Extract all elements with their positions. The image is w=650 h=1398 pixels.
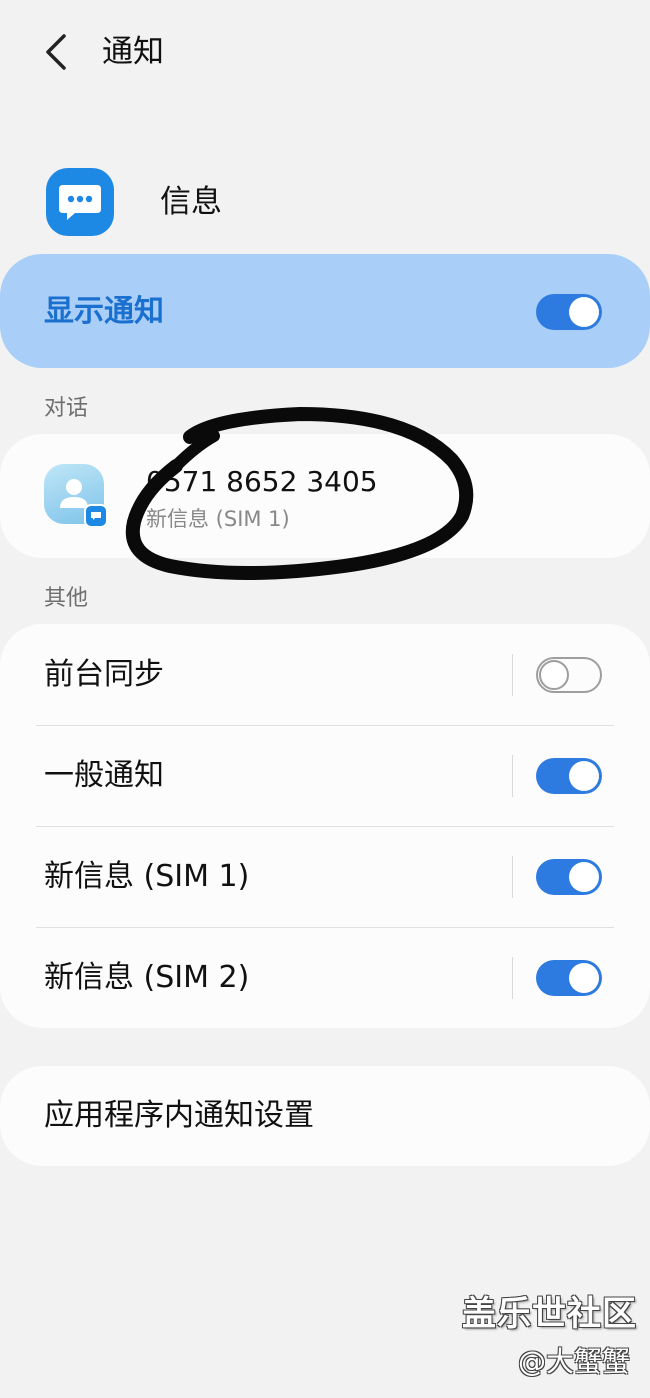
toggle-knob (569, 761, 599, 791)
toggle-knob (569, 862, 599, 892)
toggle-knob (569, 297, 599, 327)
show-notifications-toggle[interactable] (536, 294, 602, 330)
show-notifications-label: 显示通知 (44, 294, 164, 329)
contact-channel: 新信息 (SIM 1) (146, 507, 290, 531)
setting-label: 新信息 (SIM 1) (44, 859, 250, 894)
watermark-handle: @大蟹蟹 (518, 1345, 631, 1378)
watermark-title: 盖乐世社区 (462, 1294, 637, 1334)
chevron-left-icon (46, 34, 66, 70)
setting-row-new-message-sim2[interactable]: 新信息 (SIM 2) (0, 927, 650, 1028)
page-title: 通知 (102, 34, 164, 70)
message-bubble-icon (46, 168, 114, 236)
back-button[interactable] (30, 26, 82, 78)
setting-label: 一般通知 (44, 758, 164, 793)
setting-row-general-notifications[interactable]: 一般通知 (0, 725, 650, 826)
setting-label: 前台同步 (44, 657, 164, 692)
in-app-notification-settings-label: 应用程序内通知设置 (44, 1098, 314, 1133)
general-notifications-toggle[interactable] (536, 758, 602, 794)
toggle-knob (539, 660, 569, 690)
setting-row-new-message-sim1[interactable]: 新信息 (SIM 1) (0, 826, 650, 927)
toggle-knob (569, 963, 599, 993)
app-name: 信息 (160, 184, 222, 220)
section-label-other: 其他 (44, 586, 89, 611)
contact-number: 0571 8652 3405 (146, 465, 378, 498)
divider (512, 654, 513, 696)
divider (512, 755, 513, 797)
section-label-conversations: 对话 (44, 396, 89, 421)
message-badge-icon (84, 504, 108, 528)
foreground-sync-toggle[interactable] (536, 657, 602, 693)
new-message-sim1-toggle[interactable] (536, 859, 602, 895)
divider (512, 957, 513, 999)
new-message-sim2-toggle[interactable] (536, 960, 602, 996)
setting-row-foreground-sync[interactable]: 前台同步 (0, 624, 650, 725)
setting-label: 新信息 (SIM 2) (44, 960, 250, 995)
divider (512, 856, 513, 898)
